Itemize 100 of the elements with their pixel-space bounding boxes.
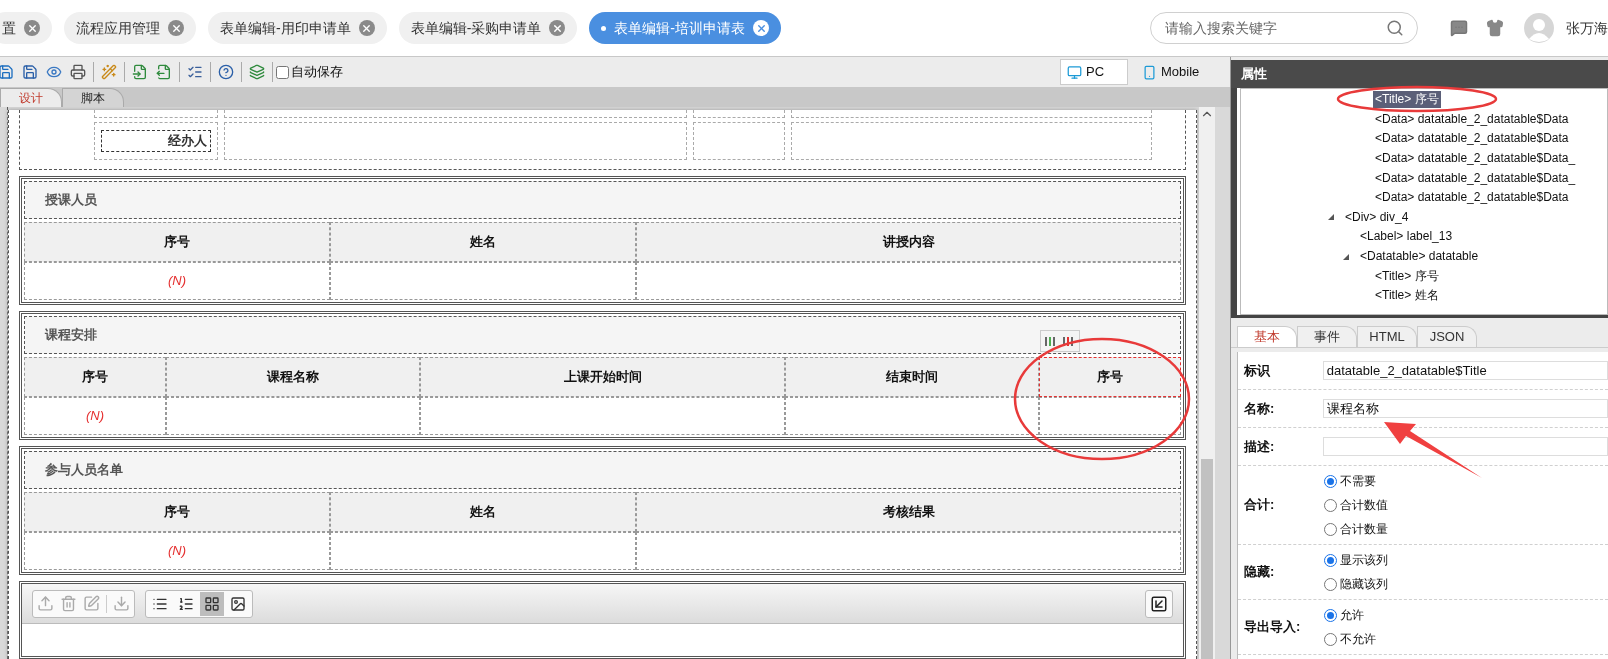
tree-item[interactable]: <Data> datatable_2_datatable$Data_	[1373, 169, 1578, 187]
tab[interactable]: 流程应用管理	[64, 12, 196, 44]
column-header[interactable]: 课程名称	[166, 357, 420, 397]
tree-item[interactable]: <Title> 姓名	[1373, 287, 1441, 305]
tab-label: 表单编辑-培训申请表	[614, 18, 745, 38]
wand-icon[interactable]	[101, 64, 117, 80]
autosave-checkbox[interactable]	[276, 65, 289, 79]
download-icon[interactable]	[113, 595, 130, 612]
search-field[interactable]: 请输入搜索关键字	[1150, 12, 1418, 44]
edit-icon[interactable]	[83, 595, 100, 612]
radio-label: 不允许	[1340, 631, 1376, 648]
text-field[interactable]	[1322, 437, 1608, 456]
radio-label: 不需要	[1340, 473, 1376, 490]
column-header[interactable]: 姓名	[330, 222, 636, 262]
help-icon[interactable]	[218, 64, 234, 80]
row-index: (N)	[85, 407, 104, 426]
column-header[interactable]: 讲授内容	[636, 222, 1181, 262]
column-header[interactable]: 序号	[24, 492, 330, 532]
tree-item[interactable]: <Data> datatable_2_datatable$Data	[1373, 130, 1571, 148]
radio-label: 隐藏该列	[1340, 576, 1388, 593]
shirt-icon[interactable]	[1486, 19, 1504, 37]
close-icon[interactable]	[168, 20, 184, 36]
editor-tab[interactable]: 设计	[0, 88, 62, 107]
autosave-label: 自动保存	[291, 63, 343, 82]
row-index: (N)	[167, 272, 186, 291]
phone-icon	[1142, 64, 1157, 80]
insert-left-icon[interactable]	[1044, 334, 1058, 348]
section-title: 参与人员名单	[45, 461, 123, 480]
export-icon[interactable]	[156, 64, 172, 80]
tab-label: 表单编辑-用印申请单	[220, 18, 351, 38]
tab[interactable]: 表单编辑-用印申请单	[208, 12, 387, 44]
field-label: 导出导入:	[1244, 618, 1302, 637]
column-header[interactable]: 序号	[24, 357, 166, 397]
property-tab[interactable]: 事件	[1297, 326, 1357, 347]
field-label: 隐藏:	[1244, 563, 1276, 582]
user-name[interactable]: 张万海	[1566, 17, 1608, 39]
preview-icon[interactable]	[46, 64, 62, 80]
view-toggle[interactable]	[200, 591, 224, 616]
column-header[interactable]: 上课开始时间	[420, 357, 785, 397]
save-icon[interactable]	[0, 64, 14, 80]
view-mode-button[interactable]: Mobile	[1136, 59, 1222, 85]
message-icon[interactable]	[1450, 19, 1468, 37]
tab-label: 表单编辑-采购申请单	[410, 18, 542, 38]
property-tab[interactable]: JSON	[1417, 326, 1477, 347]
expanded-triangle-icon[interactable]	[1328, 214, 1334, 221]
close-icon[interactable]	[358, 20, 375, 36]
text-field[interactable]: 课程名称	[1322, 399, 1608, 418]
tree-item[interactable]: <Title> 序号	[1373, 267, 1441, 285]
radio-label: 合计数量	[1340, 521, 1388, 538]
radio-label: 合计数值	[1340, 497, 1388, 514]
section-title: 授课人员	[45, 191, 97, 210]
layers-icon[interactable]	[249, 64, 265, 80]
tree-item[interactable]: <Label> label_13	[1358, 228, 1455, 246]
view-mode-button[interactable]: PC	[1060, 59, 1128, 85]
collapse-button[interactable]	[1145, 589, 1173, 618]
scrollbar[interactable]	[1199, 107, 1215, 659]
import-icon[interactable]	[132, 64, 148, 80]
panel-title: 属性	[1241, 65, 1267, 84]
radio-label: 显示该列	[1340, 552, 1388, 569]
column-header[interactable]: 结束时间	[785, 357, 1039, 397]
scroll-thumb[interactable]	[1201, 459, 1213, 659]
property-tab[interactable]: HTML	[1357, 326, 1417, 347]
radio-label: 允许	[1340, 607, 1364, 624]
list-icon[interactable]	[187, 64, 203, 80]
tree-item[interactable]: <Datatable> datatable	[1358, 248, 1481, 266]
field-label: 描述:	[1244, 437, 1276, 456]
image-view-icon	[230, 595, 246, 612]
column-header[interactable]: 姓名	[330, 492, 636, 532]
upload-icon[interactable]	[37, 595, 54, 612]
property-tab[interactable]: 基本	[1237, 326, 1297, 347]
field-label: 标识	[1244, 361, 1271, 380]
tree-item[interactable]: <Title> 序号	[1373, 91, 1441, 109]
arrow-box-icon	[1150, 594, 1168, 613]
text-field[interactable]: datatable_2_datatable$Title	[1322, 361, 1608, 380]
tab[interactable]: 置	[0, 12, 52, 44]
print-icon[interactable]	[70, 64, 86, 80]
field-label: 合计:	[1244, 496, 1276, 515]
column-header[interactable]: 考核结果	[636, 492, 1181, 532]
tree-item[interactable]: <Data> datatable_2_datatable$Data	[1373, 110, 1571, 128]
column-header[interactable]: 序号	[24, 222, 330, 262]
tab-label: 流程应用管理	[76, 18, 160, 38]
monitor-icon	[1067, 64, 1082, 80]
close-icon[interactable]	[24, 20, 40, 36]
section-title: 课程安排	[45, 326, 97, 345]
tab[interactable]: 表单编辑-采购申请单	[398, 12, 578, 44]
tree-item[interactable]: <Data> datatable_2_datatable$Data_	[1373, 150, 1578, 168]
search-icon[interactable]	[1386, 19, 1404, 37]
editor-tab[interactable]: 脚本	[62, 88, 124, 107]
tree-item[interactable]: <Div> div_4	[1343, 208, 1411, 226]
save-as-icon[interactable]	[22, 64, 38, 80]
row-index: (N)	[167, 542, 186, 561]
insert-right-icon[interactable]	[1062, 334, 1076, 348]
field-label: 经办人	[101, 130, 211, 152]
close-icon[interactable]	[549, 20, 566, 36]
numbers-view-icon	[178, 595, 194, 612]
trash-icon[interactable]	[60, 595, 77, 612]
grid-view-icon	[204, 595, 220, 612]
tree-item[interactable]: <Data> datatable_2_datatable$Data	[1373, 189, 1571, 207]
expanded-triangle-icon[interactable]	[1343, 253, 1349, 260]
close-icon[interactable]	[753, 20, 769, 36]
